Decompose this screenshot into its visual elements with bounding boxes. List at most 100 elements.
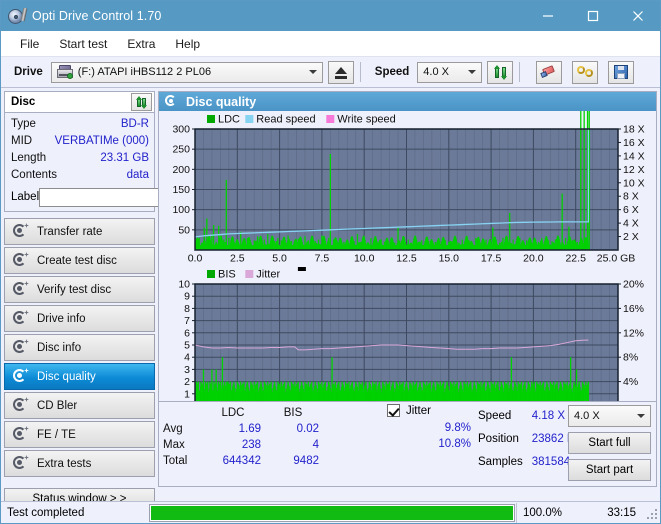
menu-item-file[interactable]: File (11, 35, 48, 53)
drive-select[interactable]: (F:) ATAPI iHBS112 2 PL06 (50, 61, 323, 83)
save-icon (614, 65, 629, 79)
svg-text:2: 2 (184, 376, 190, 388)
sidebar-item-transfer-rate[interactable]: Transfer rate (4, 218, 155, 245)
test-speed-value: 4.0 X (574, 410, 600, 422)
window-title: Opti Drive Control 1.70 (32, 9, 162, 23)
disc-row-length: Length 23.31 GB (11, 150, 149, 167)
svg-text:Write speed: Write speed (337, 114, 396, 126)
sidebar-item-label: FE / TE (37, 428, 76, 441)
nav-list: Transfer rate Create test disc Verify te… (4, 218, 155, 477)
svg-text:6: 6 (184, 327, 190, 339)
svg-text:7.5: 7.5 (315, 253, 330, 265)
sidebar-item-label: CD Bler (37, 399, 78, 412)
disc-label-caption: Label (11, 191, 40, 203)
svg-text:16 X: 16 X (623, 137, 645, 149)
refresh-button[interactable] (487, 60, 514, 84)
svg-text:BIS: BIS (218, 269, 236, 281)
jitter-toggle[interactable]: Jitter (387, 404, 431, 417)
menu-bar: File Start test Extra Help (1, 31, 660, 57)
sidebar-item-label: Verify test disc (37, 283, 112, 296)
sidebar-item-create-test-disc[interactable]: Create test disc (4, 247, 155, 274)
disc-row-key: Contents (11, 169, 58, 181)
test-speed-select[interactable]: 4.0 X (568, 405, 651, 427)
table-row: Avg 1.69 0.02 (163, 421, 325, 437)
sidebar-item-verify-test-disc[interactable]: Verify test disc (4, 276, 155, 303)
svg-text:22.5: 22.5 (565, 253, 586, 265)
statistics-panel: LDC BIS Avg 1.69 0.02 Max 238 4 Total 64… (159, 401, 656, 486)
sidebar-item-drive-info[interactable]: Drive info (4, 305, 155, 332)
close-icon[interactable] (615, 1, 660, 31)
eject-button[interactable] (327, 60, 354, 84)
svg-text:10.0: 10.0 (354, 253, 375, 265)
panel-header: Disc quality (159, 92, 656, 111)
svg-text:20.0: 20.0 (523, 253, 544, 265)
svg-text:15.0: 15.0 (439, 253, 460, 265)
elapsed-time: 33:15 (607, 506, 636, 519)
stats-avg-bis: 0.02 (296, 423, 319, 435)
disc-refresh-button[interactable] (131, 93, 152, 111)
app-disc-icon (8, 7, 28, 25)
svg-text:10: 10 (178, 279, 190, 291)
table-row: Max 238 4 (163, 437, 325, 453)
svg-text:12%: 12% (623, 327, 644, 339)
menu-item-help[interactable]: Help (166, 35, 209, 53)
stats-row-label: Total (163, 455, 188, 467)
top-chart-svg: 50 100 150 200 250 300 2 X4 X 6 X8 X 10 X12 X 14 … (159, 111, 654, 266)
resize-grip-icon[interactable] (644, 506, 658, 520)
link-button[interactable] (572, 60, 599, 84)
progress-fill (151, 505, 513, 520)
svg-text:150: 150 (172, 184, 190, 196)
svg-text:7: 7 (184, 315, 190, 327)
disc-row-contents: Contents data (11, 167, 149, 184)
disc-row-value: VERBATIMe (000) (54, 135, 149, 147)
erase-button[interactable] (536, 60, 563, 84)
menu-item-extra[interactable]: Extra (118, 35, 164, 53)
stats-col-bis: BIS (283, 407, 303, 419)
disc-row-mid: MID VERBATIMe (000) (11, 133, 149, 150)
sidebar-item-disc-info[interactable]: Disc info (4, 334, 155, 361)
start-part-button[interactable]: Start part (568, 459, 651, 481)
disc-row-type: Type BD-R (11, 116, 149, 133)
samples-stat-label: Samples (478, 456, 523, 468)
svg-text:8: 8 (184, 303, 190, 315)
disc-quality-panel: Disc quality 50 100 150 200 250 300 2 X4 X6 X8… (158, 91, 657, 487)
svg-text:LDC: LDC (218, 114, 240, 126)
sidebar-item-label: Drive info (37, 312, 86, 325)
eject-icon (334, 66, 348, 79)
disc-row-key: MID (11, 135, 33, 147)
disc-icon (13, 455, 29, 471)
sidebar-item-cd-bler[interactable]: CD Bler (4, 392, 155, 419)
disc-icon (13, 281, 29, 297)
sidebar-item-extra-tests[interactable]: Extra tests (4, 450, 155, 477)
svg-text:17.5: 17.5 (481, 253, 502, 265)
stats-avg-ldc: 1.69 (238, 423, 261, 435)
save-button[interactable] (608, 60, 635, 84)
svg-text:3: 3 (184, 364, 190, 376)
optical-drive-icon (56, 65, 73, 79)
app-window: Opti Drive Control 1.70 File Start test … (0, 0, 661, 524)
svg-text:250: 250 (172, 144, 190, 156)
sidebar-item-disc-quality[interactable]: Disc quality (4, 363, 155, 390)
jitter-checkbox[interactable] (387, 404, 400, 417)
status-text: Test completed (7, 506, 85, 519)
charts-container: 50 100 150 200 250 300 2 X4 X 6 X8 X 10 X 12 X 14 … (159, 111, 656, 424)
svg-text:100: 100 (172, 204, 190, 216)
sidebar-item-label: Transfer rate (37, 225, 103, 238)
sidebar-item-fe-te[interactable]: FE / TE (4, 421, 155, 448)
disc-icon (13, 426, 29, 442)
speed-select[interactable]: 4.0 X (417, 61, 483, 83)
toolbar-separator (359, 62, 361, 82)
svg-text:50: 50 (178, 224, 190, 236)
start-full-button[interactable]: Start full (568, 432, 651, 454)
maximize-icon[interactable] (570, 1, 615, 31)
disc-icon (13, 223, 29, 239)
toolbar-separator (519, 62, 521, 82)
stats-total-ldc: 644342 (222, 455, 261, 467)
svg-text:5: 5 (184, 340, 190, 352)
menu-item-start-test[interactable]: Start test (50, 35, 116, 53)
stats-total-bis: 9482 (293, 455, 319, 467)
minimize-icon[interactable] (525, 1, 570, 31)
jitter-label: Jitter (406, 404, 431, 417)
disc-panel-title: Disc (11, 96, 36, 108)
left-sidebar: Disc Type BD-R MID VERBATIMe (000) Lengt… (1, 88, 249, 510)
